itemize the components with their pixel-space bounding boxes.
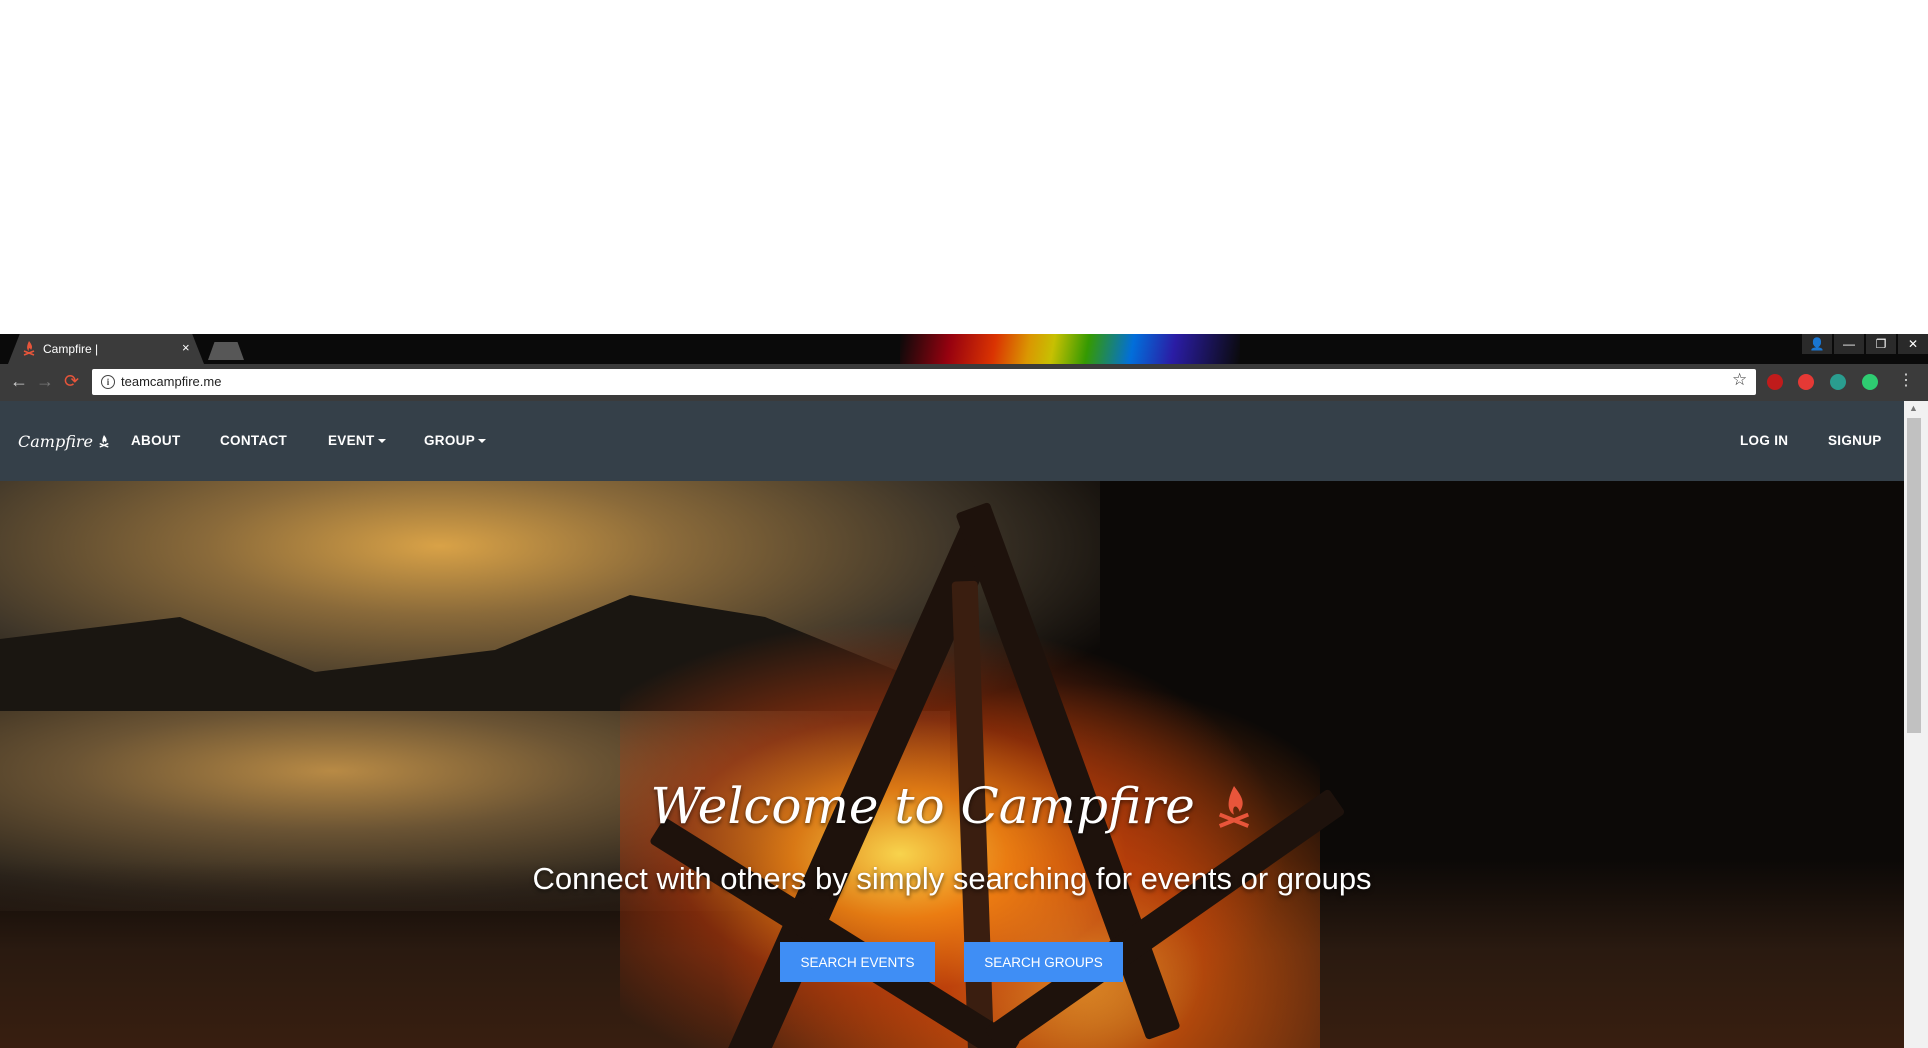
bookmark-star-icon[interactable]: ☆ (1732, 370, 1747, 390)
hero-title-text: Welcome to Campfire (650, 777, 1195, 835)
nav-about[interactable]: ABOUT (131, 433, 181, 448)
ublock-extension-icon[interactable] (1767, 374, 1783, 390)
scrollbar-thumb[interactable] (1907, 418, 1921, 733)
browser-menu-icon[interactable]: ⋮ (1898, 370, 1914, 390)
hero-title: Welcome to Campfire (0, 777, 1904, 835)
browser-tab-strip (0, 334, 1928, 364)
close-window-icon[interactable]: ✕ (1898, 334, 1928, 354)
nav-contact[interactable]: CONTACT (220, 433, 287, 448)
nav-group-label: GROUP (424, 433, 476, 448)
brand-logo[interactable]: Campfire (18, 432, 110, 451)
caret-down-icon (478, 439, 487, 444)
tab-close-icon[interactable]: × (182, 340, 190, 355)
back-arrow-icon[interactable]: ← (10, 371, 28, 392)
address-bar[interactable] (92, 369, 1756, 395)
browser-tab-title: Campfire | (43, 342, 99, 356)
nav-login[interactable]: LOG IN (1740, 433, 1788, 448)
grammarly-extension-icon[interactable] (1862, 374, 1878, 390)
record-extension-icon[interactable] (1798, 374, 1814, 390)
nav-group-dropdown[interactable]: GROUP (424, 433, 487, 448)
campfire-icon (1201, 786, 1254, 833)
minimize-icon[interactable]: — (1834, 334, 1864, 354)
caret-down-icon (377, 439, 386, 444)
url-text[interactable]: teamcampfire.me (121, 374, 221, 389)
play-extension-icon[interactable] (1830, 374, 1846, 390)
search-events-button[interactable]: SEARCH EVENTS (780, 942, 935, 982)
hero-section: Welcome to Campfire Connect with others … (0, 481, 1904, 1048)
window-controls: 👤 — ❐ ✕ (1800, 334, 1928, 356)
nav-event-label: EVENT (328, 433, 375, 448)
restore-icon[interactable]: ❐ (1866, 334, 1896, 354)
reload-icon[interactable]: ⟳ (64, 371, 79, 392)
forward-arrow-icon[interactable]: → (36, 371, 54, 392)
search-groups-button[interactable]: SEARCH GROUPS (964, 942, 1123, 982)
browser-tab[interactable] (8, 334, 204, 364)
profile-icon[interactable]: 👤 (1802, 334, 1832, 354)
browser-theme-art (900, 334, 1240, 364)
hero-tagline: Connect with others by simply searching … (532, 861, 1372, 896)
nav-signup[interactable]: SIGNUP (1828, 433, 1882, 448)
campfire-favicon-icon (23, 341, 35, 356)
brand-text: Campfire (18, 432, 93, 451)
campfire-icon (99, 435, 109, 448)
nav-event-dropdown[interactable]: EVENT (328, 433, 386, 448)
scroll-up-icon[interactable]: ▲ (1909, 403, 1918, 413)
site-info-icon[interactable]: i (101, 375, 115, 389)
